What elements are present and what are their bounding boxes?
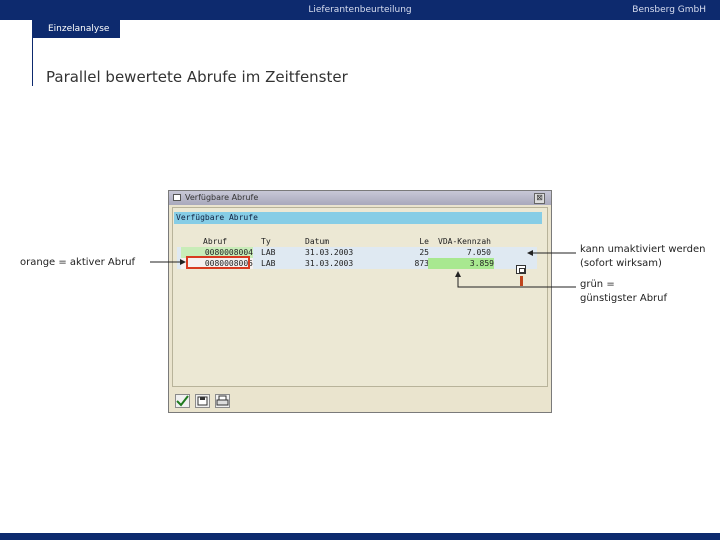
annotation-arrows [150,250,576,288]
arrow-best [455,271,576,288]
bottom-bar [0,533,720,540]
